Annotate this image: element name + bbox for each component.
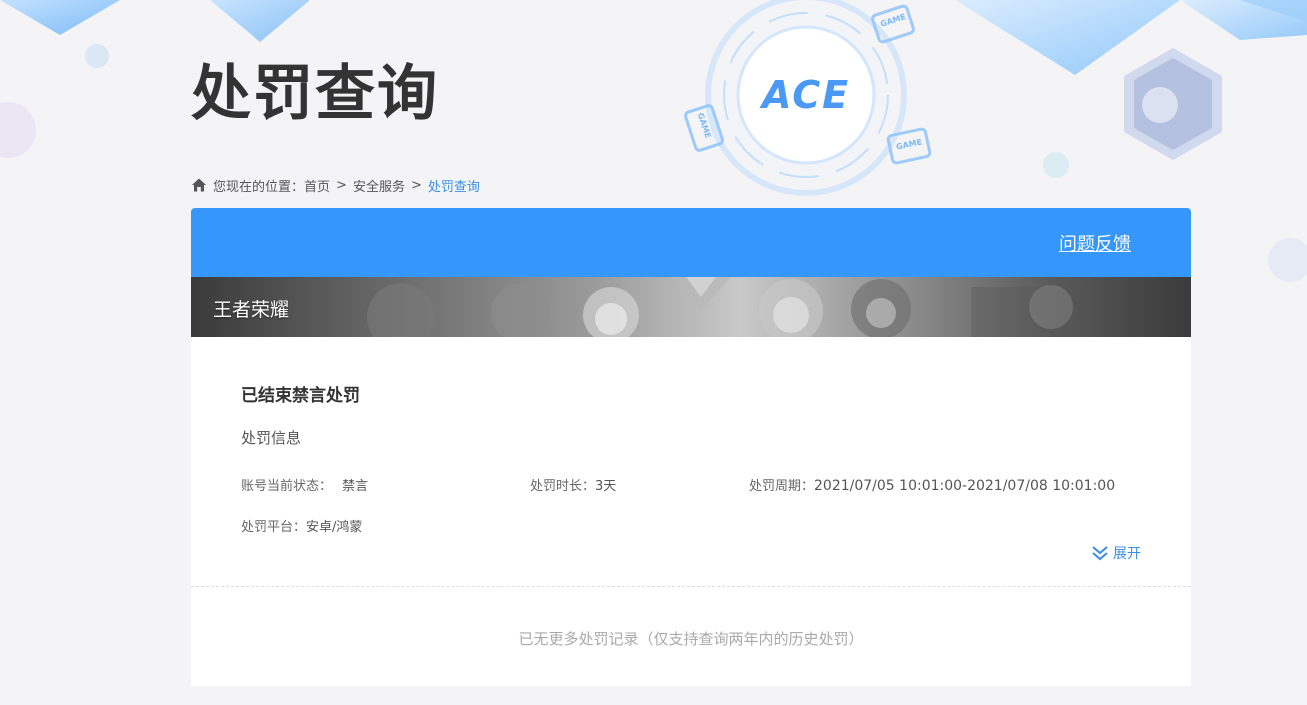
breadcrumb-separator: > — [336, 177, 347, 193]
breadcrumb-prefix: 您现在的位置： — [213, 179, 305, 195]
breadcrumb-separator: > — [410, 177, 422, 193]
ace-logo: ACE — [756, 72, 856, 118]
status-row: 账号当前状态： 禁言 — [241, 475, 368, 494]
period-label: 处罚周期： — [749, 479, 815, 494]
game-banner-artwork — [367, 277, 1091, 337]
breadcrumb-item-current: 处罚查询 — [427, 179, 480, 195]
page-title: 处罚查询 — [191, 59, 439, 129]
expand-label: 展开 — [1113, 546, 1141, 562]
expand-button[interactable]: 展开 — [1091, 543, 1141, 563]
game-badge-text-right: GAME — [895, 137, 923, 152]
feedback-link[interactable]: 问题反馈 — [1059, 230, 1131, 256]
game-banner: 王者荣耀 — [191, 277, 1191, 337]
platform-row: 处罚平台：安卓/鸿蒙 — [241, 516, 362, 535]
breadcrumb-item-security-service[interactable]: 安全服务 — [353, 176, 405, 195]
breadcrumb-item-home[interactable]: 首页 — [304, 176, 330, 195]
platform-value: 安卓/鸿蒙 — [306, 520, 363, 535]
section-label: 处罚信息 — [241, 429, 302, 447]
status-value: 禁言 — [342, 479, 369, 494]
duration-row: 处罚时长：3天 — [530, 475, 616, 494]
game-badge-text-top: GAME — [879, 12, 907, 29]
period-row: 处罚周期：2021/07/05 10:01:00-2021/07/08 10:0… — [749, 475, 1115, 494]
breadcrumb: 您现在的位置： 首页 > 安全服务 > 处罚查询 — [191, 176, 480, 195]
header-bar: 问题反馈 — [191, 208, 1191, 277]
ace-logo-text: ACE — [761, 73, 851, 117]
record-title: 已结束禁言处罚 — [241, 386, 360, 406]
game-badge-text-left: GAME — [695, 111, 713, 140]
home-icon — [192, 178, 206, 192]
penalty-record-card: 已结束禁言处罚 处罚信息 账号当前状态： 禁言 处罚时长：3天 处罚周期：202… — [191, 337, 1191, 686]
double-chevron-down-icon — [1092, 546, 1108, 561]
duration-value: 3天 — [595, 479, 617, 494]
platform-label: 处罚平台： — [241, 520, 307, 535]
game-name: 王者荣耀 — [213, 299, 290, 321]
no-more-records-text: 已无更多处罚记录（仅支持查询两年内的历史处罚） — [518, 630, 864, 648]
divider — [191, 586, 1191, 587]
status-label: 账号当前状态： — [241, 479, 333, 494]
duration-label: 处罚时长： — [530, 479, 596, 494]
period-value: 2021/07/05 10:01:00-2021/07/08 10:01:00 — [814, 478, 1116, 494]
